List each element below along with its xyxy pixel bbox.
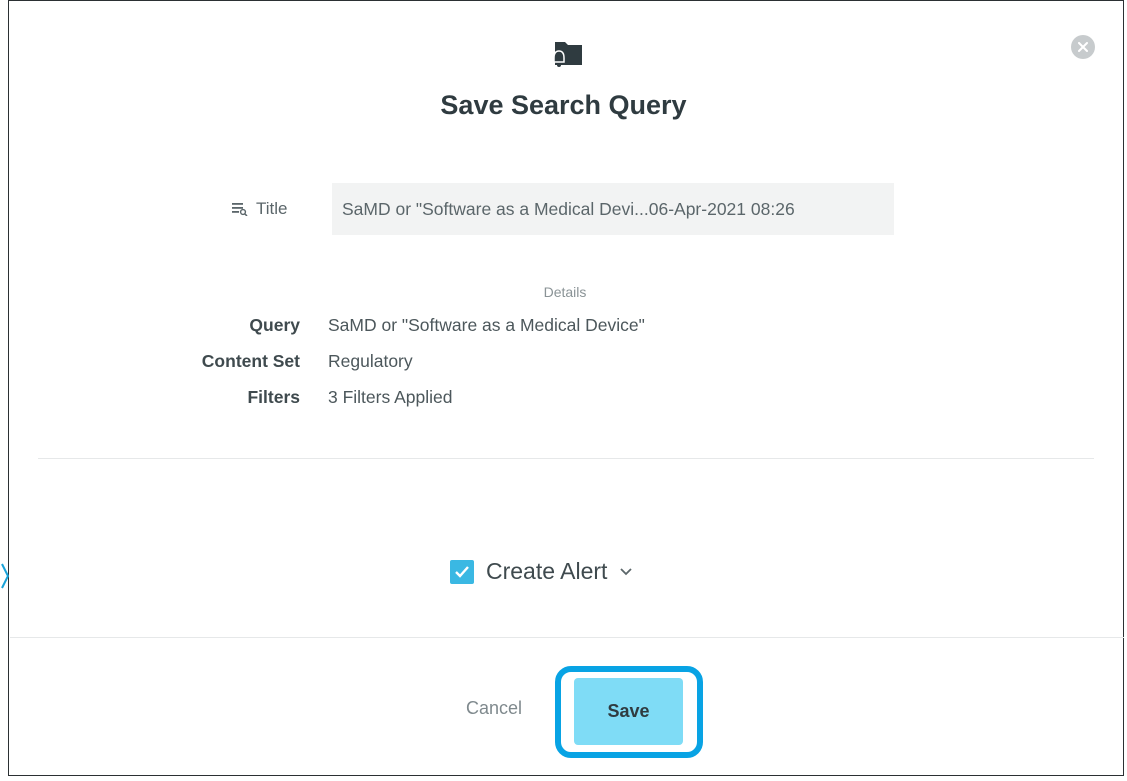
footer-divider [10,637,1124,638]
detail-key: Content Set [201,351,300,371]
detail-value: 3 Filters Applied [328,387,453,407]
detail-key: Filters [247,387,300,407]
chevron-down-icon[interactable] [619,567,633,577]
list-search-icon [232,203,248,216]
detail-key: Query [249,315,300,335]
detail-value: Regulatory [328,351,413,371]
dialog-title: Save Search Query [440,90,687,120]
create-alert-checkbox[interactable] [450,559,474,584]
title-row: Title SaMD or "Software as a Medical Dev… [232,183,894,235]
detail-value: SaMD or "Software as a Medical Device" [328,315,645,335]
cancel-button[interactable]: Cancel [466,698,522,719]
detail-row-filters: Filters 3 Filters Applied [0,387,453,411]
details-heading: Details [543,284,587,300]
side-arrow-icon [1,563,10,589]
detail-row-content-set: Content Set Regulatory [0,351,413,375]
save-button[interactable]: Save [574,678,683,745]
checkmark-icon [455,565,469,578]
create-alert-toggle[interactable]: Create Alert [450,558,633,585]
title-input[interactable]: SaMD or "Software as a Medical Devi...06… [332,183,894,235]
folder-bell-icon [553,42,582,67]
close-icon [1078,42,1088,52]
title-label-text: Title [256,199,288,218]
title-label: Title [232,199,332,219]
divider [38,458,1094,459]
detail-row-query: Query SaMD or "Software as a Medical Dev… [0,315,645,339]
create-alert-label: Create Alert [486,558,608,584]
close-button[interactable] [1071,35,1095,59]
